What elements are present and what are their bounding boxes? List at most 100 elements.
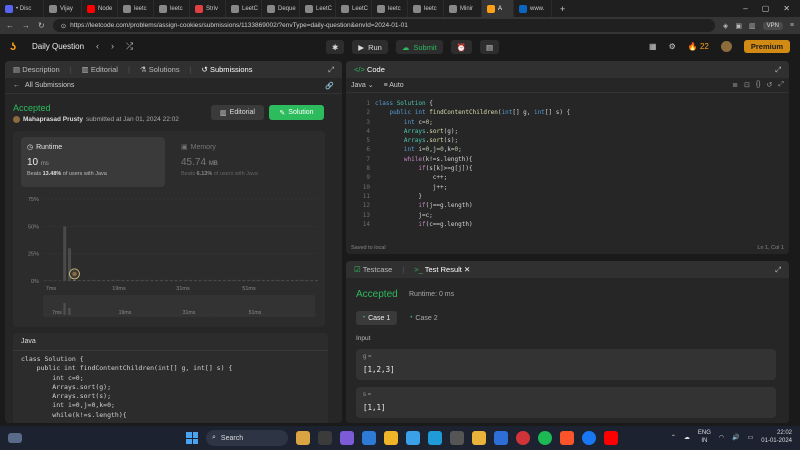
file-explorer-icon[interactable] bbox=[384, 431, 398, 445]
browser-tab[interactable]: Minir bbox=[444, 0, 482, 17]
maximize-panel-icon[interactable]: ⤢ bbox=[775, 65, 781, 75]
brave-shield-icon[interactable]: ◈ bbox=[723, 22, 728, 30]
tab-submissions[interactable]: ↺ Submissions bbox=[202, 65, 253, 74]
braces-icon[interactable]: {} bbox=[756, 81, 761, 89]
shuffle-icon[interactable]: ⤮ bbox=[126, 41, 133, 52]
all-submissions-link[interactable]: ← All Submissions 🔗 bbox=[5, 78, 342, 94]
memory-card[interactable]: ▣ Memory 45.74 MB Beats 6.13% of users wi… bbox=[175, 137, 319, 187]
bookmark-icon[interactable]: ⊡ bbox=[744, 81, 750, 89]
extensions-icon[interactable]: ▣ bbox=[735, 22, 742, 30]
tab-testcase[interactable]: ☑ Testcase bbox=[354, 265, 392, 274]
tab-code[interactable]: </> Code bbox=[354, 65, 385, 74]
browser-tab[interactable]: • Disc bbox=[0, 0, 44, 17]
prev-problem-icon[interactable]: ‹ bbox=[96, 41, 99, 52]
youtube-icon[interactable] bbox=[604, 431, 618, 445]
mail-icon[interactable] bbox=[362, 431, 376, 445]
debug-button[interactable]: ✱ bbox=[326, 40, 345, 54]
browser-tab[interactable]: LeetC bbox=[300, 0, 336, 17]
editorial-button[interactable]: ▥ Editorial bbox=[211, 105, 264, 120]
task-view-icon[interactable] bbox=[318, 431, 332, 445]
wifi-icon[interactable]: ◠ bbox=[719, 434, 724, 441]
format-icon[interactable]: ≣ bbox=[732, 81, 738, 89]
minimize-icon[interactable]: – bbox=[743, 4, 747, 13]
browser-tab[interactable]: Node bbox=[82, 0, 118, 17]
browser-tab[interactable]: leetc bbox=[154, 0, 190, 17]
close-icon[interactable]: ✕ bbox=[783, 4, 790, 13]
taskbar-search[interactable]: ⌕ Search bbox=[206, 430, 288, 446]
weather-icon[interactable] bbox=[8, 433, 22, 443]
spotify-icon[interactable] bbox=[538, 431, 552, 445]
book-icon: ▥ bbox=[220, 109, 227, 117]
run-button[interactable]: ▶ Run bbox=[352, 40, 388, 54]
browser-tab[interactable]: A bbox=[482, 0, 514, 17]
start-button[interactable] bbox=[186, 432, 198, 444]
vpn-button[interactable]: VPN bbox=[762, 21, 783, 30]
submit-button[interactable]: ☁ Submit bbox=[395, 40, 443, 54]
chrome-icon[interactable] bbox=[472, 431, 486, 445]
back-icon[interactable]: ← bbox=[6, 21, 14, 30]
cloud-icon[interactable]: ☁ bbox=[684, 434, 690, 441]
browser-tab[interactable]: leetc bbox=[408, 0, 444, 17]
runtime-card[interactable]: ◷ Runtime 10 ms Beats 13.48% of users wit… bbox=[21, 137, 165, 187]
opera-icon[interactable] bbox=[516, 431, 530, 445]
settings-app-icon[interactable] bbox=[450, 431, 464, 445]
notes-button[interactable]: ▤ bbox=[480, 40, 500, 54]
clock[interactable]: 22:02 01-01-2024 bbox=[761, 429, 792, 445]
close-tab-icon[interactable]: ✕ bbox=[464, 265, 470, 274]
teams-icon[interactable] bbox=[340, 431, 354, 445]
tab-test-result[interactable]: >_ Test Result ✕ bbox=[414, 265, 470, 274]
browser-tab[interactable]: Striv bbox=[190, 0, 226, 17]
author-name[interactable]: Mahaprasad Prusty bbox=[23, 116, 83, 123]
browser-tab[interactable]: leetc bbox=[372, 0, 408, 17]
settings-icon[interactable]: ⚙ bbox=[669, 42, 676, 51]
edge-icon[interactable] bbox=[428, 431, 442, 445]
daily-question-title[interactable]: Daily Question bbox=[32, 42, 84, 51]
next-problem-icon[interactable]: › bbox=[111, 41, 114, 52]
solution-button[interactable]: ✎ Solution bbox=[269, 105, 324, 120]
link-icon[interactable]: 🔗 bbox=[325, 82, 334, 90]
tab-editorial[interactable]: ▥ Editorial bbox=[82, 65, 118, 74]
auto-mode-toggle[interactable]: ≡ Auto bbox=[384, 82, 404, 89]
site-info-icon[interactable]: ⊙ bbox=[61, 22, 66, 30]
browser-tab[interactable]: leetc bbox=[118, 0, 154, 17]
runtime-distribution-chart[interactable]: 75% 50% 25% 0% 7ms 19ms 31ms 51ms 7ms 19ms 31ms 51m… bbox=[13, 191, 325, 327]
reload-icon[interactable]: ↻ bbox=[38, 21, 45, 30]
layout-icon[interactable]: ▦ bbox=[649, 42, 657, 51]
code-editor[interactable]: 1 2 3 4 5 6 7 8 9 10 11 12 13 14 class Solution { pub… bbox=[346, 95, 789, 233]
maximize-panel-icon[interactable]: ⤢ bbox=[775, 265, 781, 275]
tab-solutions[interactable]: ⚗ Solutions bbox=[140, 65, 180, 74]
menu-icon[interactable]: ≡ bbox=[790, 22, 794, 29]
battery-icon[interactable]: ▭ bbox=[748, 434, 754, 441]
language-select[interactable]: Java ⌄ bbox=[351, 81, 374, 89]
case-1-tab[interactable]: • Case 1 bbox=[356, 311, 398, 325]
streak-counter[interactable]: 🔥 22 bbox=[688, 42, 709, 51]
browser-tab[interactable]: LeetC bbox=[226, 0, 262, 17]
app-icon[interactable] bbox=[494, 431, 508, 445]
browser-tab[interactable]: Vijay bbox=[44, 0, 82, 17]
brave-icon[interactable] bbox=[560, 431, 574, 445]
chevron-up-icon[interactable]: ⌃ bbox=[671, 434, 676, 441]
premium-button[interactable]: Premium bbox=[743, 40, 790, 53]
maximize-icon[interactable]: ▢ bbox=[762, 4, 770, 13]
avatar[interactable] bbox=[720, 41, 732, 52]
browser-tab[interactable]: www. bbox=[514, 0, 552, 17]
browser-tab[interactable]: LeetC bbox=[336, 0, 372, 17]
volume-icon[interactable]: 🔊 bbox=[732, 434, 739, 441]
language-indicator[interactable]: ENG IN bbox=[698, 429, 711, 445]
facebook-icon[interactable] bbox=[582, 431, 596, 445]
tab-description[interactable]: ▤ Description bbox=[13, 65, 60, 74]
fullscreen-icon[interactable]: ⤢ bbox=[778, 81, 784, 89]
url-field[interactable]: ⊙ https://leetcode.com/problems/assign-c… bbox=[52, 19, 715, 32]
case-2-tab[interactable]: • Case 2 bbox=[403, 311, 444, 325]
leetcode-logo-icon[interactable]: ʖ bbox=[10, 41, 22, 53]
maximize-panel-icon[interactable]: ⤢ bbox=[328, 65, 334, 75]
sidebar-icon[interactable]: ▥ bbox=[749, 22, 756, 30]
forward-icon[interactable]: → bbox=[22, 21, 30, 30]
new-tab-icon[interactable]: + bbox=[552, 4, 573, 14]
widgets-icon[interactable] bbox=[296, 431, 310, 445]
store-icon[interactable] bbox=[406, 431, 420, 445]
timer-button[interactable]: ⏰ bbox=[450, 40, 473, 54]
reset-icon[interactable]: ↺ bbox=[767, 81, 773, 89]
browser-tab[interactable]: Deque bbox=[262, 0, 300, 17]
submission-byline: Mahaprasad Prusty submitted at Jan 01, 2… bbox=[13, 116, 179, 123]
